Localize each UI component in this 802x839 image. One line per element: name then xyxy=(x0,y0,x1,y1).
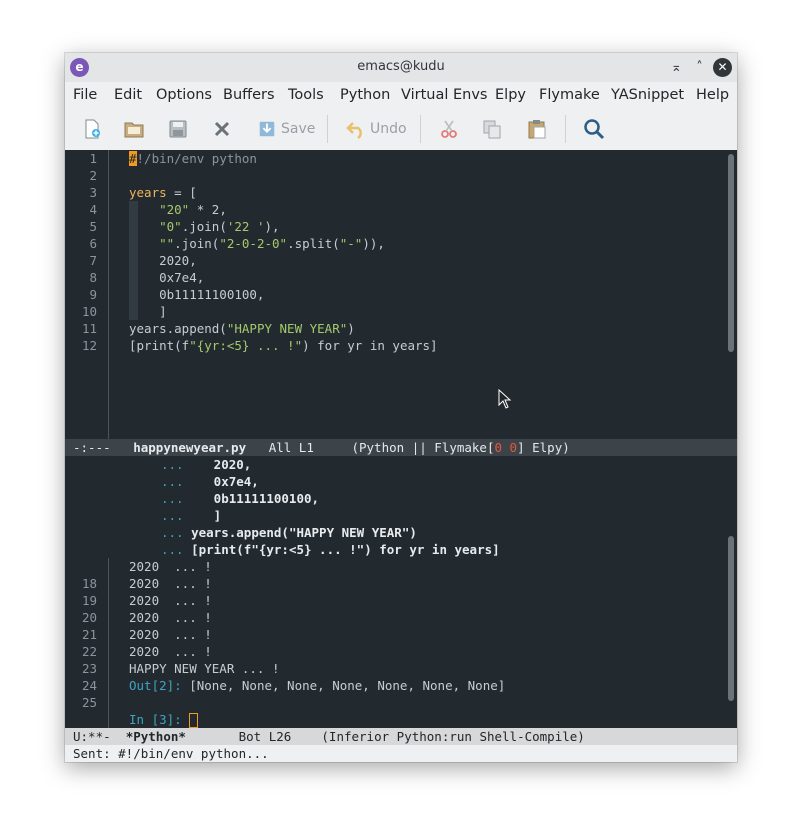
flymake-warnings: 0 xyxy=(509,440,518,455)
blank-line: 25 xyxy=(81,695,97,710)
shell-scrollbar[interactable] xyxy=(728,536,734,701)
emacs-window: e emacs@kudu ⌅ ˄ ✕ File Edit Options Buf… xyxy=(65,53,737,762)
menu-file[interactable]: File xyxy=(73,87,97,103)
output-line: 18 2020 ... ! xyxy=(81,576,212,591)
code-line: 6 "".join("2-0-2-0".split("-")), xyxy=(89,236,385,251)
toolbar-separator xyxy=(565,115,566,143)
maximize-icon[interactable]: ˄ xyxy=(690,58,709,77)
shell-mode-line: U:**- *Python* Bot L26 (Inferior Python:… xyxy=(65,728,737,745)
code-line: 1 #!/bin/env python xyxy=(89,151,257,166)
editor-scrollbar[interactable] xyxy=(728,154,734,352)
editor-buffer[interactable]: 1 #!/bin/env python 2 3 years = [ 4 "20" *… xyxy=(65,150,737,439)
output-line: 22 2020 ... ! xyxy=(81,644,212,659)
gutter-divider xyxy=(108,558,109,728)
menu-edit[interactable]: Edit xyxy=(114,87,142,103)
paste-icon[interactable] xyxy=(526,117,548,141)
text-cursor xyxy=(189,713,199,728)
menu-yasnippet[interactable]: YASnippet xyxy=(611,87,684,103)
output-line: 23 HAPPY NEW YEAR ... ! xyxy=(81,661,280,676)
echo-area: Sent: #!/bin/env python... xyxy=(65,745,737,762)
code-line: 12 [print(f"{yr:<5} ... !") for yr in yea… xyxy=(81,338,438,353)
code-line: 4 "20" * 2, xyxy=(89,202,227,217)
code-line: 3 years = [ xyxy=(89,185,197,200)
title-bar[interactable]: e emacs@kudu ⌅ ˄ ✕ xyxy=(65,53,737,82)
keep-above-icon[interactable]: ⌅ xyxy=(667,58,686,77)
undo-icon xyxy=(346,122,362,139)
save-label: Save xyxy=(281,121,316,137)
save-icon xyxy=(259,121,275,137)
menu-flymake[interactable]: Flymake xyxy=(539,87,600,103)
menu-bar: File Edit Options Buffers Tools Python V… xyxy=(65,82,737,109)
mouse-pointer-icon xyxy=(498,389,512,409)
code-line: 2 xyxy=(89,168,97,183)
menu-python[interactable]: Python xyxy=(340,87,390,103)
in-prompt: In [3]: xyxy=(129,712,190,727)
flymake-errors: 0 xyxy=(494,440,503,455)
save-button[interactable]: Save xyxy=(257,117,315,141)
buffer-name: *Python* xyxy=(125,729,186,744)
menu-options[interactable]: Options xyxy=(156,87,212,103)
code-line: 8 0x7e4, xyxy=(89,270,205,285)
editor-mode-line: -:--- happynewyear.py All L1 (Python || … xyxy=(65,439,737,456)
menu-elpy[interactable]: Elpy xyxy=(495,87,526,103)
python-shell-buffer[interactable]: ... 2020, ... 0x7e4, ... 0b11111100100, … xyxy=(65,456,737,728)
output-line: 20 2020 ... ! xyxy=(81,610,212,625)
toolbar-separator xyxy=(327,115,328,143)
code-line: 10 ] xyxy=(81,304,167,319)
menu-buffers[interactable]: Buffers xyxy=(223,87,275,103)
input-line[interactable]: In [3]: xyxy=(65,711,199,728)
gutter-divider xyxy=(108,150,109,439)
code-line: 5 "0".join('22 '), xyxy=(89,219,280,234)
open-folder-icon[interactable] xyxy=(123,117,145,141)
buffer-name: happynewyear.py xyxy=(133,440,247,455)
new-file-icon[interactable] xyxy=(81,117,103,141)
out-prompt: Out[2]: xyxy=(129,678,182,693)
close-icon[interactable]: ✕ xyxy=(713,58,732,77)
code-line: 11 years.append("HAPPY NEW YEAR") xyxy=(81,321,355,336)
menu-help[interactable]: Help xyxy=(696,87,729,103)
undo-button[interactable]: Undo xyxy=(345,117,407,141)
window-title: emacs@kudu xyxy=(357,59,445,74)
menu-tools[interactable]: Tools xyxy=(288,87,324,103)
cut-icon[interactable] xyxy=(438,117,460,141)
output-line: 21 2020 ... ! xyxy=(81,627,212,642)
output-line: 19 2020 ... ! xyxy=(81,593,212,608)
menu-virtual-envs[interactable]: Virtual Envs xyxy=(401,87,487,103)
tool-bar: Save Undo xyxy=(65,109,737,151)
code-line: 9 0b11111100100, xyxy=(89,287,265,302)
close-buffer-icon[interactable] xyxy=(211,117,233,141)
copy-icon[interactable] xyxy=(481,117,503,141)
toolbar-separator xyxy=(420,115,421,143)
output-line: 2020 ... ! xyxy=(129,559,212,574)
save-disk-icon[interactable] xyxy=(167,117,189,141)
undo-label: Undo xyxy=(370,121,407,137)
code-line: 7 2020, xyxy=(89,253,197,268)
search-icon[interactable] xyxy=(583,117,605,141)
out-line: 24 Out[2]: [None, None, None, None, None,… xyxy=(81,678,506,693)
